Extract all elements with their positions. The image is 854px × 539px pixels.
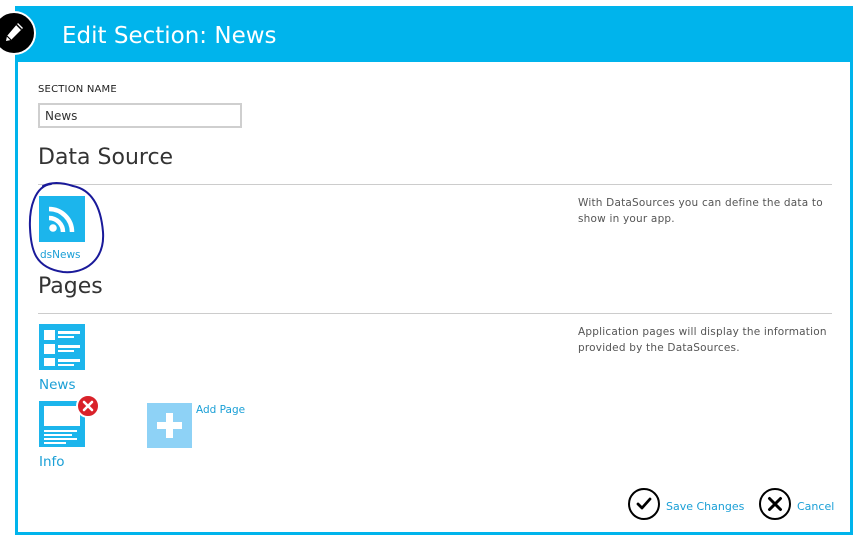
pages-heading: Pages: [38, 274, 103, 299]
dialog-title: Edit Section: News: [62, 23, 277, 49]
save-changes-button[interactable]: [628, 488, 660, 520]
datasource-divider: [38, 184, 832, 185]
checkmark-icon: [636, 497, 652, 510]
datasource-help-text: With DataSources you can define the data…: [578, 197, 823, 225]
cancel-label[interactable]: Cancel: [797, 500, 834, 513]
add-page-tile[interactable]: [147, 403, 192, 448]
section-name-label: SECTION NAME: [38, 84, 117, 95]
plus-icon: [157, 413, 182, 438]
dialog-titlebar: Edit Section: News: [15, 6, 853, 62]
page-label-news[interactable]: News: [39, 377, 75, 393]
section-name-input[interactable]: [38, 103, 242, 128]
save-changes-label[interactable]: Save Changes: [666, 500, 744, 513]
page-label-info[interactable]: Info: [39, 454, 65, 470]
edit-section-dialog: [15, 6, 853, 535]
list-page-icon: [44, 330, 80, 366]
add-page-link[interactable]: Add Page: [196, 404, 245, 416]
datasource-label[interactable]: dsNews: [40, 249, 81, 261]
datasource-heading: Data Source: [38, 145, 174, 170]
rss-icon: [48, 206, 75, 233]
cancel-button[interactable]: [759, 488, 791, 520]
datasource-tile-dsnews[interactable]: [39, 196, 85, 242]
pages-divider: [38, 313, 832, 314]
cancel-x-icon: [768, 497, 782, 511]
remove-x-icon[interactable]: [76, 394, 100, 418]
page-tile-news[interactable]: [39, 324, 85, 370]
pages-help-text: Application pages will display the infor…: [578, 326, 827, 354]
